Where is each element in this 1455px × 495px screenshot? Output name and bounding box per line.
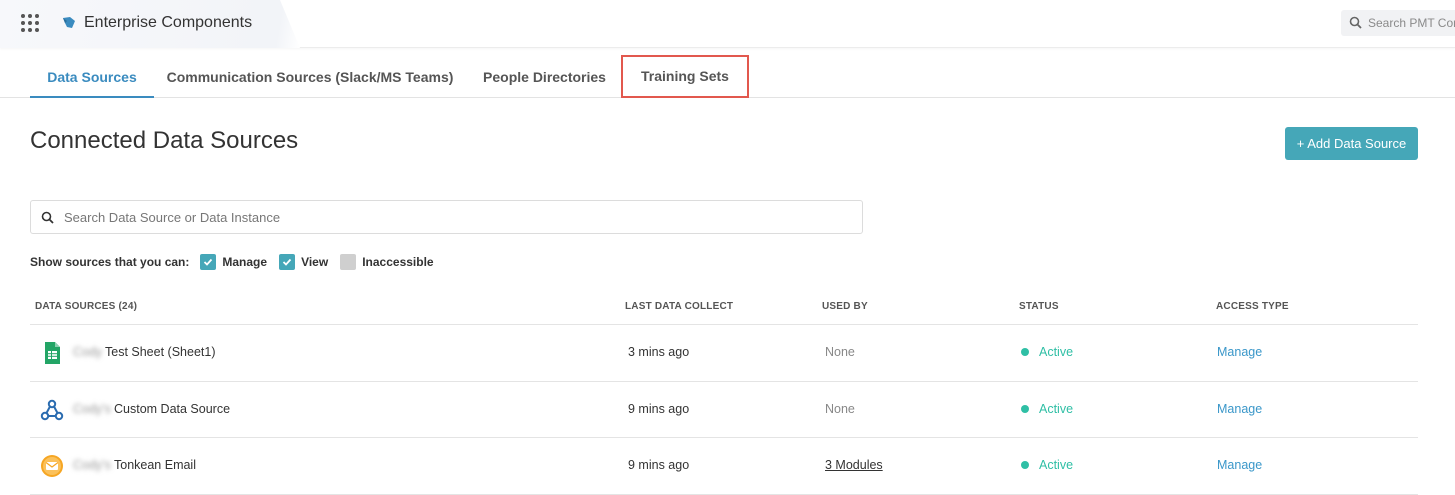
access-type-link[interactable]: Manage <box>1217 345 1262 359</box>
header-status[interactable]: STATUS <box>1019 301 1059 312</box>
data-source-search-input[interactable] <box>64 208 844 226</box>
status-badge: Active <box>1021 458 1073 472</box>
status-badge: Active <box>1021 345 1073 359</box>
filter-manage-checkbox[interactable]: Manage <box>200 254 267 270</box>
search-icon <box>41 211 54 224</box>
email-icon <box>41 455 63 477</box>
webhook-icon <box>40 399 64 420</box>
source-owner: Cody's <box>73 458 111 472</box>
filter-inaccessible-label: Inaccessible <box>362 255 434 269</box>
filter-inaccessible-checkbox[interactable]: Inaccessible <box>340 254 434 270</box>
access-type-link[interactable]: Manage <box>1217 402 1262 416</box>
source-owner: Cody's <box>73 401 111 416</box>
header-last-data-collect[interactable]: LAST DATA COLLECT <box>625 301 733 312</box>
status-text: Active <box>1039 458 1074 472</box>
source-name[interactable]: Custom Data Source <box>114 402 230 416</box>
access-type-link[interactable]: Manage <box>1217 458 1262 472</box>
tab-data-sources[interactable]: Data Sources <box>30 56 154 98</box>
filter-manage-label: Manage <box>222 255 268 269</box>
filter-view-checkbox[interactable]: View <box>279 254 328 270</box>
google-sheets-icon <box>45 342 60 364</box>
filters-label: Show sources that you can: <box>30 255 190 269</box>
last-collect: 9 mins ago <box>628 458 690 472</box>
filter-view-label: View <box>301 255 329 269</box>
used-by: None <box>825 345 855 359</box>
global-search[interactable] <box>1341 10 1455 36</box>
apps-grid-icon[interactable] <box>21 14 39 32</box>
status-dot-icon <box>1021 461 1029 469</box>
data-sources-table: DATA SOURCES (24) LAST DATA COLLECT USED… <box>30 290 1418 495</box>
source-owner: Cody <box>73 345 103 359</box>
tab-communication-sources[interactable]: Communication Sources (Slack/MS Teams) <box>162 56 458 98</box>
checkbox-checked-icon <box>279 254 296 270</box>
add-data-source-button[interactable]: + Add Data Source <box>1285 127 1418 160</box>
table-row[interactable]: Cody Test Sheet (Sheet1) 3 mins ago None… <box>30 325 1418 382</box>
status-dot-icon <box>1021 348 1029 356</box>
checkbox-checked-icon <box>200 254 217 270</box>
used-by-modules-link[interactable]: 3 Modules <box>825 458 883 472</box>
app-title: Enterprise Components <box>84 14 253 31</box>
table-header: DATA SOURCES (24) LAST DATA COLLECT USED… <box>30 290 1418 325</box>
tab-people-directories[interactable]: People Directories <box>472 56 617 98</box>
table-row[interactable]: Cody's Custom Data Source 9 mins ago Non… <box>30 382 1418 438</box>
top-bar: Enterprise Components <box>0 0 1455 48</box>
status-text: Active <box>1039 401 1074 416</box>
last-collect: 3 mins ago <box>628 345 690 359</box>
search-icon <box>1349 16 1362 29</box>
used-by: None <box>825 401 855 416</box>
permission-filters: Show sources that you can: Manage View I… <box>30 253 446 271</box>
data-source-search[interactable] <box>30 200 863 234</box>
status-badge: Active <box>1021 402 1073 416</box>
last-collect: 9 mins ago <box>628 401 690 416</box>
header-used-by[interactable]: USED BY <box>822 301 868 312</box>
source-name[interactable]: Tonkean Email <box>114 458 196 472</box>
header-access-type[interactable]: ACCESS TYPE <box>1216 301 1289 312</box>
status-dot-icon <box>1021 404 1029 413</box>
status-text: Active <box>1039 345 1074 359</box>
global-search-input[interactable] <box>1368 14 1455 32</box>
tab-bar: Data Sources Communication Sources (Slac… <box>0 55 1455 98</box>
header-data-sources[interactable]: DATA SOURCES (24) <box>35 301 137 312</box>
checkbox-unchecked-icon <box>340 254 357 270</box>
source-name[interactable]: Test Sheet (Sheet1) <box>105 345 215 359</box>
tonkean-logo-icon <box>63 17 75 28</box>
page-title: Connected Data Sources <box>30 127 299 154</box>
table-row[interactable]: Cody's Tonkean Email 9 mins ago 3 Module… <box>30 438 1418 495</box>
tab-training-sets[interactable]: Training Sets <box>621 55 749 98</box>
